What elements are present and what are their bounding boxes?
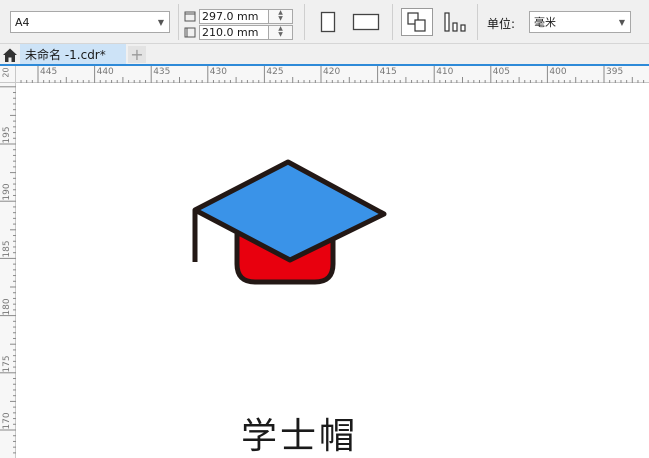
ruler-tick-label: 190 [2,183,12,201]
toolbar-separator [477,4,478,40]
page-width-input[interactable]: 297.0 mm [199,8,269,24]
chevron-down-icon: ▼ [157,17,165,27]
cap-top-shape[interactable] [192,159,387,263]
ruler-corner: 20 [0,66,16,83]
page-size-value: A4 [15,15,30,29]
document-tab-title: 未命名 -1.cdr* [25,47,106,62]
landscape-page-icon [352,13,380,31]
horizontal-ruler[interactable]: 445 440 435 430 425 420 415 410 405 400 395 [16,66,649,83]
ruler-tick-label: 425 [266,67,284,77]
current-page-icon [444,12,466,32]
document-tab-bar: 未命名 -1.cdr* + [0,44,649,66]
ruler-tick-label: 445 [40,67,58,77]
ruler-tick-label: 410 [436,67,454,77]
page-height-icon [184,27,196,37]
page-width-row: 297.0 mm ▲ ▼ [184,8,293,24]
page-width-spinner[interactable]: ▲ ▼ [269,8,293,24]
home-icon[interactable] [2,47,18,63]
vertical-ruler[interactable]: 195 190 185 180 175 170 [0,83,16,458]
artwork-title-text[interactable]: 学士帽 [241,407,358,458]
ruler-tick-label: 430 [209,67,227,77]
portrait-page-button[interactable] [318,8,338,36]
spin-down-icon[interactable]: ▼ [269,16,292,23]
ruler-tick-label: 400 [549,67,567,77]
toolbar-separator [304,4,305,40]
unit-value: 毫米 [534,16,556,29]
page-width-icon [184,11,196,21]
ruler-tick-label: 395 [606,67,624,77]
property-bar: A4 ▼ 297.0 mm ▲ ▼ 210.0 mm ▲ ▼ 单位: 毫米 ▼ [0,0,649,44]
unit-select[interactable]: 毫米 ▼ [529,11,631,33]
unit-label: 单位: [487,17,516,31]
ruler-corner-label: 20 [1,67,11,78]
ruler-tick-label: 170 [2,412,12,430]
current-page-button[interactable] [440,8,470,36]
ruler-tick-label: 420 [323,67,341,77]
add-tab-button[interactable]: + [128,45,146,64]
all-pages-button[interactable] [401,8,433,36]
document-tab[interactable]: 未命名 -1.cdr* [20,44,126,64]
spin-down-icon[interactable]: ▼ [269,32,292,39]
portrait-page-icon [320,11,336,33]
ruler-tick-label: 195 [2,126,12,144]
drawing-canvas[interactable]: 学士帽 [17,84,649,458]
page-size-select[interactable]: A4 ▼ [10,11,170,33]
all-pages-icon [407,12,426,32]
ruler-tick-label: 415 [379,67,397,77]
ruler-tick-label: 440 [96,67,114,77]
page-height-row: 210.0 mm ▲ ▼ [184,24,293,40]
toolbar-separator [392,4,393,40]
page-height-input[interactable]: 210.0 mm [199,24,269,40]
page-height-spinner[interactable]: ▲ ▼ [269,24,293,40]
plus-icon: + [130,45,144,64]
ruler-tick-label: 405 [492,67,510,77]
ruler-tick-label: 180 [2,298,12,316]
ruler-tick-label: 435 [153,67,171,77]
chevron-down-icon: ▼ [618,17,626,27]
graduation-cap-artwork[interactable] [17,84,649,458]
toolbar-separator [178,4,179,40]
ruler-tick-label: 175 [2,355,12,373]
ruler-tick-label: 185 [2,240,12,258]
landscape-page-button[interactable] [350,8,382,36]
